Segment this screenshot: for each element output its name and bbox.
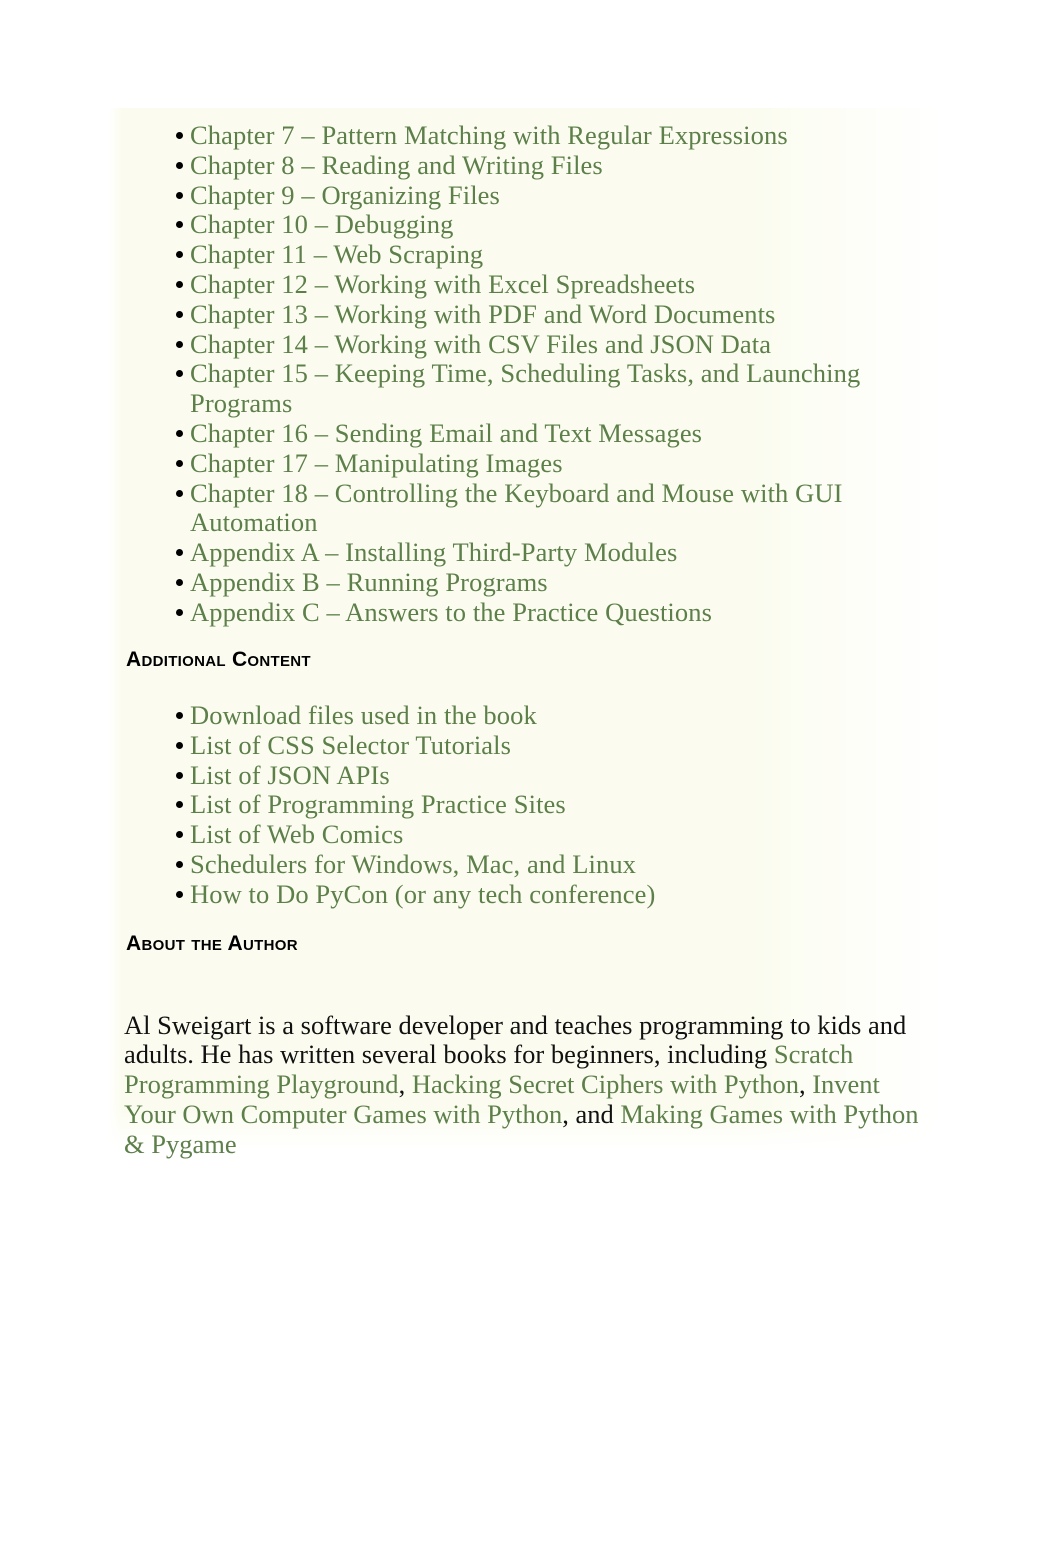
list-item[interactable]: Chapter 18 – Controlling the Keyboard an…: [124, 478, 924, 539]
chapter-link[interactable]: Appendix C – Answers to the Practice Que…: [190, 597, 712, 627]
list-item[interactable]: Appendix C – Answers to the Practice Que…: [124, 597, 924, 628]
book-link-hacking-secret-ciphers-with-python[interactable]: Hacking Secret Ciphers with Python: [412, 1069, 799, 1099]
list-item[interactable]: Chapter 8 – Reading and Writing Files: [124, 150, 924, 181]
chapter-link-list: Chapter 7 – Pattern Matching with Regula…: [124, 120, 924, 628]
chapter-link[interactable]: Appendix B – Running Programs: [190, 567, 548, 597]
list-item[interactable]: Chapter 15 – Keeping Time, Scheduling Ta…: [124, 359, 924, 419]
bio-separator-1: ,: [398, 1069, 412, 1100]
list-item[interactable]: Chapter 16 – Sending Email and Text Mess…: [124, 418, 924, 449]
section-heading-about-the-author: About the Author: [126, 932, 298, 955]
list-item[interactable]: Chapter 7 – Pattern Matching with Regula…: [124, 120, 924, 151]
author-bio-paragraph: Al Sweigart is a software developer and …: [124, 1010, 930, 1160]
list-item[interactable]: List of JSON APIs: [124, 760, 884, 791]
list-item[interactable]: Chapter 12 – Working with Excel Spreadsh…: [124, 269, 924, 300]
chapter-link[interactable]: Chapter 12 – Working with Excel Spreadsh…: [190, 269, 695, 299]
chapter-link[interactable]: Chapter 8 – Reading and Writing Files: [190, 150, 603, 180]
document-page: Chapter 7 – Pattern Matching with Regula…: [0, 0, 1062, 1556]
list-item[interactable]: Chapter 9 – Organizing Files: [124, 180, 924, 211]
list-item[interactable]: Schedulers for Windows, Mac, and Linux: [124, 849, 884, 880]
chapter-link[interactable]: Chapter 17 – Manipulating Images: [190, 448, 563, 478]
bio-separator-2: ,: [798, 1069, 813, 1100]
chapter-link[interactable]: Chapter 15 – Keeping Time, Scheduling Ta…: [190, 358, 860, 418]
list-item[interactable]: Chapter 17 – Manipulating Images: [124, 448, 924, 479]
chapter-link[interactable]: Chapter 7 – Pattern Matching with Regula…: [190, 120, 788, 150]
list-item[interactable]: Chapter 14 – Working with CSV Files and …: [124, 329, 924, 360]
additional-content-link[interactable]: Download files used in the book: [190, 700, 537, 730]
chapter-link[interactable]: Chapter 16 – Sending Email and Text Mess…: [190, 418, 702, 448]
additional-content-link[interactable]: List of Programming Practice Sites: [190, 789, 566, 819]
additional-content-link[interactable]: Schedulers for Windows, Mac, and Linux: [190, 849, 636, 879]
list-item[interactable]: Appendix B – Running Programs: [124, 567, 924, 598]
additional-content-link[interactable]: List of Web Comics: [190, 819, 403, 849]
additional-content-link[interactable]: List of CSS Selector Tutorials: [190, 730, 511, 760]
list-item[interactable]: Chapter 11 – Web Scraping: [124, 239, 924, 270]
chapter-link[interactable]: Chapter 9 – Organizing Files: [190, 180, 500, 210]
additional-content-link[interactable]: How to Do PyCon (or any tech conference): [190, 879, 655, 909]
chapter-link[interactable]: Chapter 10 – Debugging: [190, 209, 453, 239]
chapter-link[interactable]: Chapter 13 – Working with PDF and Word D…: [190, 299, 775, 329]
additional-content-link[interactable]: List of JSON APIs: [190, 760, 390, 790]
chapter-link[interactable]: Appendix A – Installing Third-Party Modu…: [190, 537, 677, 567]
list-item[interactable]: Download files used in the book: [124, 700, 884, 731]
list-item[interactable]: List of CSS Selector Tutorials: [124, 730, 884, 761]
list-item[interactable]: List of Web Comics: [124, 819, 884, 850]
list-item[interactable]: Appendix A – Installing Third-Party Modu…: [124, 537, 924, 568]
bio-separator-3: , and: [562, 1098, 621, 1129]
list-item[interactable]: How to Do PyCon (or any tech conference): [124, 879, 884, 910]
list-item[interactable]: Chapter 13 – Working with PDF and Word D…: [124, 299, 924, 330]
chapter-link[interactable]: Chapter 18 – Controlling the Keyboard an…: [190, 478, 843, 538]
chapter-link[interactable]: Chapter 11 – Web Scraping: [190, 239, 483, 269]
list-item[interactable]: Chapter 10 – Debugging: [124, 209, 924, 240]
additional-content-link-list: Download files used in the book List of …: [124, 700, 884, 910]
list-item[interactable]: List of Programming Practice Sites: [124, 789, 884, 820]
section-heading-additional-content: Additional Content: [126, 648, 311, 671]
chapter-link[interactable]: Chapter 14 – Working with CSV Files and …: [190, 329, 771, 359]
